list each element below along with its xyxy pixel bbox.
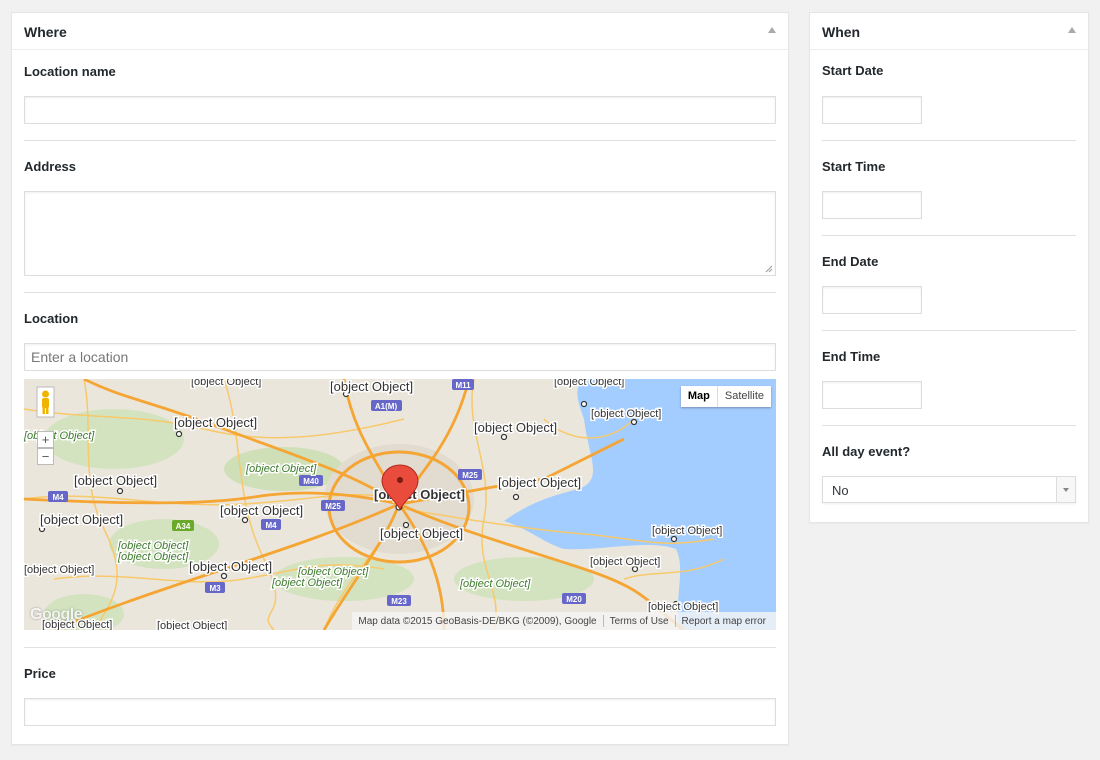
road-label: M20 xyxy=(566,595,582,604)
price-label: Price xyxy=(24,666,56,681)
road-label: M40 xyxy=(303,477,319,486)
all-day-event-label: All day event? xyxy=(822,444,911,459)
park-label: [object Object] xyxy=(245,463,317,475)
place-label: [object Object] xyxy=(191,379,261,388)
place-label: [object Object] xyxy=(174,415,257,430)
when-panel-title: When xyxy=(822,24,861,40)
end-time-input[interactable] xyxy=(822,381,922,409)
start-time-input[interactable] xyxy=(822,191,922,219)
location-label: Location xyxy=(24,311,79,326)
map-canvas[interactable]: M11 A1(M) M40 M25 M25 M4 M4 A34 M3 M23 M… xyxy=(24,379,776,630)
road-label: M23 xyxy=(391,597,407,606)
terms-of-use-link[interactable]: Terms of Use xyxy=(604,616,675,627)
location-search-input[interactable] xyxy=(24,343,776,371)
place-label: [object Object] xyxy=(591,408,661,420)
place-label: [object Object] xyxy=(40,512,123,527)
address-label: Address xyxy=(24,159,77,174)
road-label: M11 xyxy=(455,381,471,390)
place-label: [object Object] xyxy=(652,525,722,537)
end-date-input[interactable] xyxy=(822,286,922,314)
place-label: [object Object] xyxy=(157,620,227,630)
start-date-label: Start Date xyxy=(822,63,884,78)
map-type-control: Map Satellite xyxy=(680,386,771,407)
road-label: M25 xyxy=(325,502,341,511)
place-label: [object Object] xyxy=(554,379,624,388)
street-view-pegman-icon xyxy=(36,386,55,418)
park-label: [object Object] xyxy=(24,430,95,442)
road-label: A34 xyxy=(176,522,191,531)
place-label: [object Object] xyxy=(330,379,413,394)
report-map-error-link[interactable]: Report a map error xyxy=(676,616,772,627)
all-day-event-select[interactable]: No xyxy=(822,476,1076,503)
road-label: A1(M) xyxy=(375,402,398,411)
place-label: [object Object] xyxy=(24,564,94,576)
address-textarea[interactable] xyxy=(24,191,776,276)
place-label: [object Object] xyxy=(74,473,157,488)
place-label: [object Object] xyxy=(380,526,463,541)
divider xyxy=(24,647,776,648)
road-label: M4 xyxy=(52,493,64,502)
park-label: [object Object] xyxy=(271,577,343,589)
chevron-down-icon xyxy=(1056,477,1075,502)
map-attribution-bar: Map data ©2015 GeoBasis-DE/BKG (©2009), … xyxy=(352,612,776,630)
start-date-input[interactable] xyxy=(822,96,922,124)
park-label: [object Object] xyxy=(117,551,189,563)
collapse-toggle-icon[interactable] xyxy=(1068,27,1076,33)
start-time-label: Start Time xyxy=(822,159,886,174)
all-day-event-value: No xyxy=(832,483,849,498)
map-type-map-button[interactable]: Map xyxy=(681,386,718,407)
place-label: [object Object] xyxy=(590,556,660,568)
divider xyxy=(822,140,1076,141)
zoom-out-button[interactable]: − xyxy=(37,448,54,465)
divider xyxy=(822,330,1076,331)
divider xyxy=(822,425,1076,426)
zoom-in-button[interactable]: + xyxy=(37,431,54,448)
place-label: [object Object] xyxy=(474,420,557,435)
price-input[interactable] xyxy=(24,698,776,726)
divider xyxy=(822,235,1076,236)
park-label: [object Object] xyxy=(459,578,531,590)
map-attribution-text: Map data ©2015 GeoBasis-DE/BKG (©2009), … xyxy=(358,615,597,627)
place-label: [object Object] xyxy=(220,503,303,518)
resize-grip-icon[interactable] xyxy=(764,264,773,273)
place-label: [object Object] xyxy=(189,559,272,574)
divider xyxy=(24,140,776,141)
divider xyxy=(24,292,776,293)
place-label: [object Object] xyxy=(498,475,581,490)
collapse-toggle-icon[interactable] xyxy=(768,27,776,33)
location-name-input[interactable] xyxy=(24,96,776,124)
end-date-label: End Date xyxy=(822,254,879,269)
road-label: M4 xyxy=(265,521,277,530)
location-map[interactable]: M11 A1(M) M40 M25 M25 M4 M4 A34 M3 M23 M… xyxy=(24,379,776,630)
location-name-label: Location name xyxy=(24,64,116,79)
where-panel-header: Where xyxy=(12,13,788,50)
road-label: M25 xyxy=(462,471,478,480)
road-label: M3 xyxy=(209,584,221,593)
when-panel-header: When xyxy=(810,13,1088,50)
google-logo: Google xyxy=(30,606,83,623)
where-panel-title: Where xyxy=(24,24,67,40)
map-type-satellite-button[interactable]: Satellite xyxy=(718,386,771,407)
end-time-label: End Time xyxy=(822,349,881,364)
